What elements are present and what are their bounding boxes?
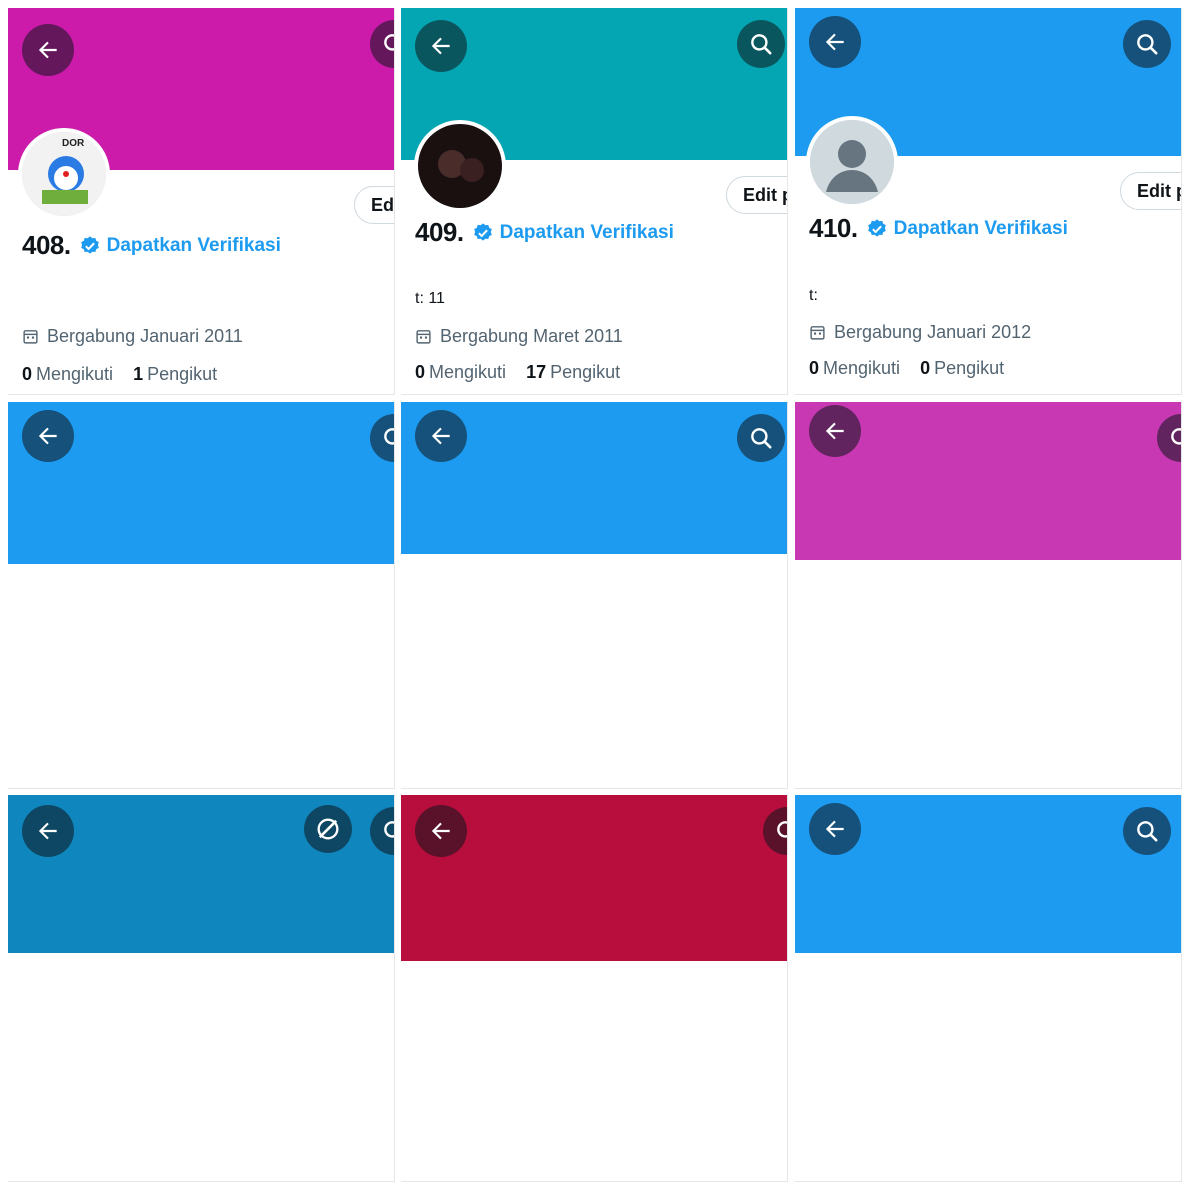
profile-bio: t:: [809, 287, 818, 304]
profile-bio: t: 11: [415, 290, 445, 307]
back-button[interactable]: [22, 805, 74, 857]
verified-badge-icon: [473, 222, 492, 241]
profile-card: Edit 414. Dapatkan Verifikasi t: 152Berg…: [8, 795, 395, 1182]
join-date: Bergabung Januari 2011: [22, 326, 243, 347]
profile-card: Edit p 416. Dapatkan Verifikasi t: 12Ber…: [795, 795, 1182, 1182]
following-count: 0: [415, 362, 426, 382]
back-button[interactable]: [22, 410, 74, 462]
back-button[interactable]: [415, 410, 467, 462]
search-icon: [1137, 34, 1158, 55]
calendar-icon: [23, 330, 38, 344]
profile-card: Edit pr 410. Dapatkan Verifikasi t: Berga…: [795, 8, 1182, 395]
following-label: Mengikuti: [823, 358, 901, 378]
following-link[interactable]: 0 Mengikuti: [415, 362, 506, 383]
following-label: Mengikuti: [36, 364, 114, 384]
arrow-left-icon: [38, 822, 57, 840]
verified-badge-icon: [80, 235, 99, 254]
arrow-left-icon: [38, 427, 57, 445]
profile-card: Edit p 409. Dapatkan Verifikasi t: 11 Ber…: [401, 8, 788, 395]
profile-avatar[interactable]: [806, 116, 898, 208]
following-link[interactable]: 0 Mengikuti: [809, 358, 900, 379]
profile-avatar[interactable]: [414, 120, 506, 212]
arrow-left-icon: [431, 822, 450, 840]
search-icon: [1137, 821, 1158, 842]
back-button[interactable]: [809, 405, 861, 457]
search-button[interactable]: [1123, 20, 1171, 68]
followers-link[interactable]: 1 Pengikut: [133, 364, 217, 385]
join-date-text: Bergabung Januari 2011: [47, 326, 243, 346]
profile-avatar[interactable]: DOR: [18, 128, 110, 220]
translate-off-button[interactable]: [304, 805, 352, 853]
followers-link[interactable]: 0 Pengikut: [920, 358, 1004, 379]
search-icon: [751, 428, 772, 449]
followers-label: Pengikut: [147, 364, 218, 384]
back-button[interactable]: [415, 20, 467, 72]
arrow-left-icon: [38, 41, 57, 59]
following-label: Mengikuti: [429, 362, 507, 382]
follow-stats: 0 Mengikuti 1 Pengikut: [22, 364, 217, 385]
join-date: Bergabung Maret 2011: [415, 326, 623, 347]
following-link[interactable]: 0 Mengikuti: [22, 364, 113, 385]
followers-label: Pengikut: [550, 362, 621, 382]
follow-stats: 0 Mengikuti 17 Pengikut: [415, 362, 620, 383]
profile-name-row: 410. Dapatkan Verifikasi: [809, 213, 1068, 244]
followers-label: Pengikut: [934, 358, 1005, 378]
translate-off-icon: [317, 818, 339, 840]
search-icon: [777, 821, 787, 838]
profile-card: DOR Ed 408. Dapatkan Verifikasi Bergabung…: [8, 8, 395, 395]
follow-stats: 0 Mengikuti 0 Pengikut: [809, 358, 1004, 379]
get-verified-link[interactable]: Dapatkan Verifikasi: [866, 218, 1068, 240]
search-icon: [751, 34, 772, 55]
get-verified-label: Dapatkan Verifikasi: [893, 217, 1068, 239]
following-count: 0: [22, 364, 33, 384]
back-button[interactable]: [22, 24, 74, 76]
join-date-text: Bergabung Maret 2011: [440, 326, 623, 346]
get-verified-label: Dapatkan Verifikasi: [106, 234, 281, 256]
profile-name-row: 408. Dapatkan Verifikasi: [22, 230, 281, 261]
arrow-left-icon: [431, 37, 450, 55]
join-date-text: Bergabung Januari 2012: [834, 322, 1032, 342]
search-button[interactable]: [737, 20, 785, 68]
join-date: Bergabung Januari 2012: [809, 322, 1031, 343]
back-button[interactable]: [809, 16, 861, 68]
arrow-left-icon: [825, 33, 844, 51]
following-count: 0: [809, 358, 820, 378]
followers-link[interactable]: 17 Pengikut: [526, 362, 620, 383]
profile-card: Ec 415. Dapatkan Verifikasi Bergabung Ju…: [401, 795, 788, 1182]
back-button[interactable]: [415, 805, 467, 857]
verified-badge-icon: [867, 218, 886, 237]
search-button[interactable]: [1123, 807, 1171, 855]
profile-card: Edi 411. Dapatkan Verifikasi Bergabung S…: [8, 402, 395, 789]
followers-count: 0: [920, 358, 931, 378]
search-icon: [1171, 428, 1181, 445]
profile-name: 408.: [22, 230, 71, 260]
svg-text:DOR: DOR: [62, 138, 85, 149]
arrow-left-icon: [825, 422, 844, 440]
profile-name: 409.: [415, 217, 464, 247]
search-button[interactable]: [737, 414, 785, 462]
search-icon: [384, 428, 394, 445]
profile-name: 410.: [809, 213, 858, 243]
edit-profile-button[interactable]: Edit p: [726, 176, 787, 214]
edit-profile-button[interactable]: Ed: [354, 186, 394, 224]
get-verified-label: Dapatkan Verifikasi: [499, 221, 674, 243]
search-icon: [384, 34, 394, 51]
profile-name-row: 409. Dapatkan Verifikasi: [415, 217, 674, 248]
followers-count: 1: [133, 364, 144, 384]
arrow-left-icon: [825, 820, 844, 838]
arrow-left-icon: [431, 427, 450, 445]
get-verified-link[interactable]: Dapatkan Verifikasi: [79, 235, 281, 257]
calendar-icon: [810, 326, 825, 340]
calendar-icon: [416, 330, 431, 344]
profile-card: Edit p 412. Dapatkan Verifikasi t: 8Berg…: [401, 402, 788, 789]
edit-profile-button[interactable]: Edit pr: [1120, 172, 1181, 210]
get-verified-link[interactable]: Dapatkan Verifikasi: [472, 222, 674, 244]
back-button[interactable]: [809, 803, 861, 855]
search-icon: [384, 821, 394, 838]
followers-count: 17: [526, 362, 547, 382]
profile-card: Edi 413. Dapatkan Verifikasi Bergabung D…: [795, 402, 1182, 789]
